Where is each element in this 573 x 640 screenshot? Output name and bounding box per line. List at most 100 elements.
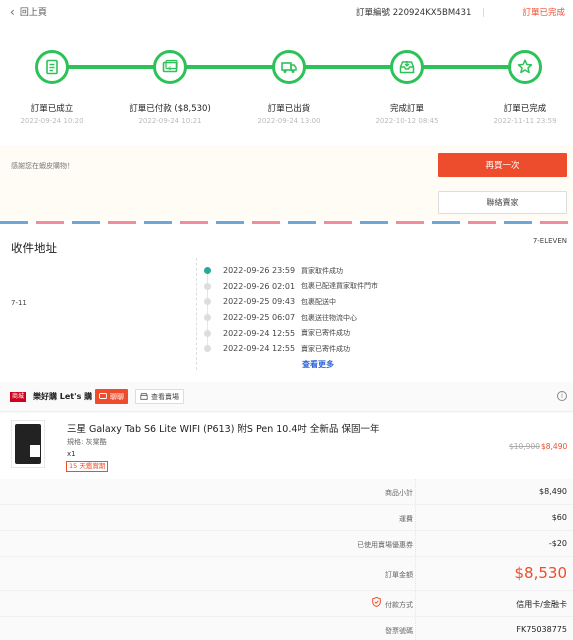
inbox-icon <box>390 50 424 84</box>
step-time: 2022-09-24 10:21 <box>138 117 202 125</box>
product-thumbnail[interactable] <box>11 420 45 468</box>
order-id-separator: | <box>482 8 485 18</box>
summary-row-invoice: 發票號碼 FK75038775 <box>0 617 573 640</box>
step-label: 完成訂單 <box>389 104 424 114</box>
step-label: 訂單已成立 <box>30 104 74 114</box>
summary-label: 運費 <box>399 515 413 523</box>
tracking-desc: 賣家已寄件成功 <box>301 344 350 353</box>
chat-icon <box>99 393 107 399</box>
tracking-row: 2022-09-25 06:07 包裹送往物流中心 <box>204 310 378 326</box>
step-label: 訂單已付款 ($8,530) <box>129 104 211 114</box>
tracking-time: 2022-09-25 09:43 <box>223 297 296 307</box>
original-price: $10,900 <box>509 442 541 451</box>
tracking-desc: 買家取件成功 <box>301 266 343 275</box>
shield-icon <box>372 597 381 607</box>
tracking-desc: 包裹送往物流中心 <box>301 313 357 322</box>
step-time: 2022-09-24 10:20 <box>20 117 84 125</box>
step-time: 2022-09-24 13:00 <box>257 117 321 125</box>
invoice-number: FK75038775 <box>516 625 567 634</box>
tracking-row: 2022-09-25 09:43 包裹配送中 <box>204 294 378 310</box>
tracking-time: 2022-09-24 12:55 <box>223 344 296 354</box>
step-time: 2022-10-12 08:45 <box>375 117 439 125</box>
summary-label: 付款方式 <box>385 601 413 609</box>
tracking-dot <box>204 298 211 306</box>
tracking-time: 2022-09-26 23:59 <box>223 266 296 276</box>
tracking-desc: 包裹配送中 <box>301 297 336 306</box>
shop-name[interactable]: 樂好購 Let's 購 <box>33 391 92 402</box>
buy-again-button[interactable]: 再買一次 <box>438 153 567 177</box>
tracking-dot <box>204 282 211 290</box>
back-label: 回上頁 <box>19 8 47 18</box>
product-box-image <box>30 445 40 457</box>
view-shop-label: 查看賣場 <box>151 392 179 401</box>
order-id-value: 220924KX5BM431 <box>392 8 472 18</box>
tracking-row: 2022-09-24 12:55 賣家已寄件成功 <box>204 325 378 341</box>
tracking-dot <box>204 345 211 353</box>
summary-label: 已使用賣場優惠券 <box>357 541 413 549</box>
order-status: 訂單已完成 <box>522 8 565 18</box>
summary-row-payment: 付款方式 信用卡/金融卡 <box>0 591 573 617</box>
summary-label: 發票號碼 <box>385 627 413 635</box>
summary-label: 商品小計 <box>385 489 413 497</box>
airmail-divider <box>0 221 573 224</box>
summary-row-subtotal: 商品小計 $8,490 <box>0 479 573 505</box>
address-title: 收件地址 <box>11 241 57 255</box>
step-label: 訂單已完成 <box>503 104 547 114</box>
tracking-desc: 賣家已寄件成功 <box>301 329 350 338</box>
top-bar: ‹ 回上頁 訂單編號 220924KX5BM431 | 訂單已完成 <box>0 0 573 24</box>
info-icon[interactable]: i <box>557 391 567 401</box>
summary-row-shipping: 運費 $60 <box>0 505 573 531</box>
step-completed: 完成訂單 2022-10-12 08:45 <box>347 50 467 125</box>
tracking-time: 2022-09-26 02:01 <box>223 281 296 291</box>
chat-label: 聊聊 <box>110 392 124 401</box>
tracking-row: 2022-09-26 23:59 買家取件成功 <box>204 263 378 279</box>
chat-button[interactable]: 聊聊 <box>95 389 128 404</box>
payment-icon: $ <box>153 50 187 84</box>
summary-label: 訂單金額 <box>385 571 413 579</box>
return-period-badge: 15 天鑑賞期 <box>66 461 109 472</box>
summary-value: $8,490 <box>539 487 567 496</box>
view-shop-button[interactable]: 查看賣場 <box>135 389 184 404</box>
summary-row-total: 訂單金額 $8,530 <box>0 557 573 591</box>
tracking-dot <box>204 314 211 322</box>
thanks-text: 感謝您在蝦皮購物！ <box>11 162 74 170</box>
tablet-image <box>15 424 41 464</box>
truck-icon <box>272 50 306 84</box>
order-total: $8,530 <box>514 564 568 582</box>
product-quantity: x1 <box>67 450 76 458</box>
tracking-row: 2022-09-24 12:55 賣家已寄件成功 <box>204 341 378 357</box>
chevron-left-icon: ‹ <box>10 4 15 19</box>
summary-value: $60 <box>551 513 567 522</box>
thanks-panel: 感謝您在蝦皮購物！ 再買一次 聯絡賣家 <box>0 145 573 220</box>
tracking-desc: 包裹已配達買家取件門市 <box>301 282 378 291</box>
product-spec: 規格: 灰棠酷 <box>67 438 107 446</box>
view-more-link[interactable]: 查看更多 <box>302 359 334 370</box>
shop-icon <box>140 393 148 400</box>
tracking-dot-active <box>204 267 211 275</box>
receipt-icon <box>35 50 69 84</box>
product-title[interactable]: 三星 Galaxy Tab S6 Lite WIFI (P613) 附S Pen… <box>67 421 379 435</box>
tracking-timeline: 2022-09-26 23:59 買家取件成功 2022-09-26 02:01… <box>204 263 378 357</box>
back-button[interactable]: ‹ 回上頁 <box>10 4 47 19</box>
step-time: 2022-11-11 23:59 <box>493 117 557 125</box>
order-id: 訂單編號 220924KX5BM431 | <box>356 6 493 18</box>
sale-price: $8,490 <box>541 442 568 451</box>
step-label: 訂單已出貨 <box>267 104 311 114</box>
order-id-label: 訂單編號 <box>356 8 391 18</box>
address-divider <box>196 258 197 370</box>
carrier-name: 7-ELEVEN <box>532 237 567 245</box>
step-order-placed: 訂單已成立 2022-09-24 10:20 <box>0 50 112 125</box>
summary-row-voucher: 已使用賣場優惠券 -$20 <box>0 531 573 557</box>
svg-text:$: $ <box>168 66 172 72</box>
star-icon <box>508 50 542 84</box>
pickup-store: 7-11 <box>11 299 27 307</box>
tracking-row: 2022-09-26 02:01 包裹已配達買家取件門市 <box>204 279 378 295</box>
contact-seller-button[interactable]: 聯絡賣家 <box>438 191 567 214</box>
step-paid: $ 訂單已付款 ($8,530) 2022-09-24 10:21 <box>110 50 230 125</box>
tracking-time: 2022-09-25 06:07 <box>223 313 296 323</box>
step-finished: 訂單已完成 2022-11-11 23:59 <box>465 50 573 125</box>
order-progress-stepper: 訂單已成立 2022-09-24 10:20 $ 訂單已付款 ($8,530) … <box>0 45 573 125</box>
step-shipped: 訂單已出貨 2022-09-24 13:00 <box>229 50 349 125</box>
tracking-dot <box>204 329 211 337</box>
mall-badge: 商城 <box>10 392 27 402</box>
